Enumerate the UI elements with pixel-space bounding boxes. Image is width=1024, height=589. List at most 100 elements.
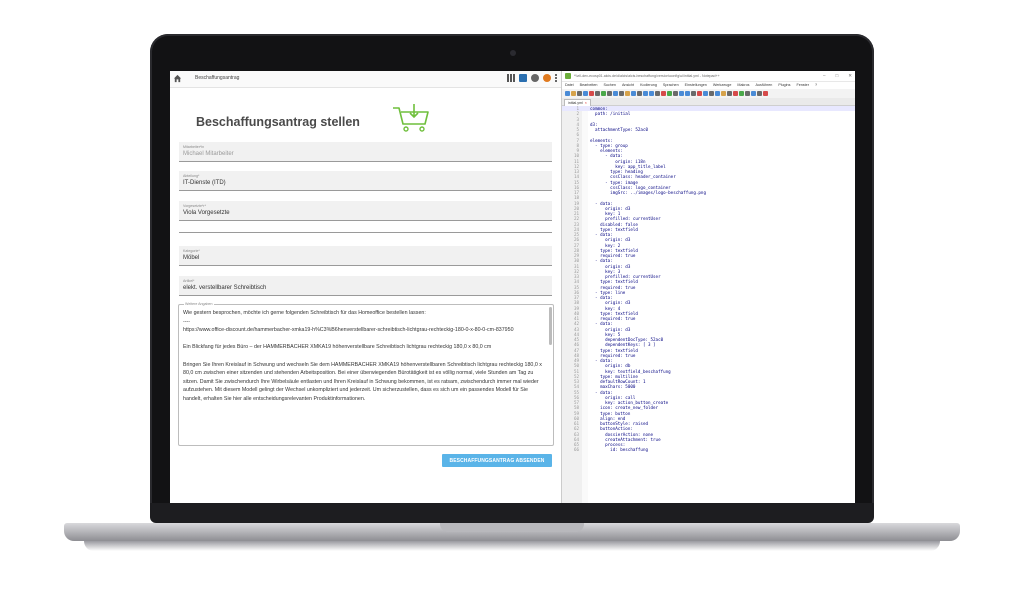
laptop-bezel-bottom xyxy=(150,503,874,523)
toolbar-button-icon[interactable] xyxy=(619,91,624,96)
code-line: 66 id: beschaffung xyxy=(562,447,855,452)
editor-tabbar: initial.yml × xyxy=(562,98,855,106)
toolbar-button-icon[interactable] xyxy=(577,91,582,96)
apps-grid-icon[interactable] xyxy=(507,74,515,82)
employee-field: Mitarbeiter*in Michael Mitarbeiter xyxy=(179,142,552,162)
toolbar-button-icon[interactable] xyxy=(715,91,720,96)
tab-initial-yml[interactable]: initial.yml × xyxy=(564,99,591,106)
notepadpp-window: *\\ell-dev-ecosp01.alcis.de\d\alcis\alci… xyxy=(562,71,855,503)
employee-value: Michael Mitarbeiter xyxy=(183,151,234,157)
minimize-button[interactable]: – xyxy=(823,73,826,79)
article-field[interactable]: Artikel* elekt. verstellbarer Schreibtis… xyxy=(179,276,552,296)
divider xyxy=(179,232,552,233)
supervisor-label: Vorgesetzte*r* xyxy=(183,204,206,208)
topbar-actions xyxy=(507,74,557,82)
toolbar-button-icon[interactable] xyxy=(709,91,714,96)
category-field[interactable]: Kategorie* Möbel xyxy=(179,246,552,266)
supervisor-value: Viola Vorgesetzte xyxy=(183,210,230,216)
toolbar-button-icon[interactable] xyxy=(685,91,690,96)
additional-info-label: Weitere Angaben xyxy=(184,302,214,306)
laptop-screen: Beschaffungsantrag Beschaffungsantrag st… xyxy=(170,71,855,503)
line-text: id: beschaffung xyxy=(590,447,648,453)
tab-label: initial.yml xyxy=(568,101,583,105)
supervisor-field[interactable]: Vorgesetzte*r* Viola Vorgesetzte xyxy=(179,201,552,221)
line-number: 66 xyxy=(573,447,579,453)
shopping-cart-logo-icon xyxy=(393,104,429,132)
camera-icon xyxy=(510,50,516,56)
menu-datei[interactable]: Datei xyxy=(565,83,574,87)
toolbar-button-icon[interactable] xyxy=(727,91,732,96)
toolbar-button-icon[interactable] xyxy=(697,91,702,96)
menu-fenster[interactable]: Fenster xyxy=(796,83,809,87)
toolbar-button-icon[interactable] xyxy=(751,91,756,96)
menu-ausfuehren[interactable]: Ausführen xyxy=(756,83,773,87)
category-label: Kategorie* xyxy=(183,249,200,253)
textarea-scrollbar[interactable] xyxy=(549,307,552,345)
more-vert-icon[interactable] xyxy=(555,74,557,82)
toolbar-button-icon[interactable] xyxy=(673,91,678,96)
toolbar-button-icon[interactable] xyxy=(661,91,666,96)
menu-kodierung[interactable]: Kodierung xyxy=(640,83,657,87)
menu-help[interactable]: ? xyxy=(815,83,817,87)
app-title: Beschaffungsantrag xyxy=(195,75,240,81)
menu-ansicht[interactable]: Ansicht xyxy=(622,83,634,87)
laptop-shadow xyxy=(84,541,940,551)
toolbar-button-icon[interactable] xyxy=(745,91,750,96)
toolbar-button-icon[interactable] xyxy=(595,91,600,96)
toolbar-button-icon[interactable] xyxy=(613,91,618,96)
additional-info-textarea[interactable]: Weitere Angaben Wie gestern besprochen, … xyxy=(178,302,554,446)
editor-window-title: *\\ell-dev-ecosp01.alcis.de\d\alcis\alci… xyxy=(574,73,720,78)
toolbar-button-icon[interactable] xyxy=(703,91,708,96)
maximize-button[interactable]: □ xyxy=(836,73,839,79)
window-controls: – □ ✕ xyxy=(823,73,852,79)
additional-info-text: Wie gestern besprochen, möchte ich gerne… xyxy=(183,310,542,402)
toolbar-button-icon[interactable] xyxy=(601,91,606,96)
toolbar-button-icon[interactable] xyxy=(679,91,684,96)
gift-icon[interactable] xyxy=(519,74,527,82)
close-button[interactable]: ✕ xyxy=(848,73,852,79)
toolbar-button-icon[interactable] xyxy=(589,91,594,96)
article-value: elekt. verstellbarer Schreibtisch xyxy=(183,285,267,291)
toolbar-button-icon[interactable] xyxy=(739,91,744,96)
menu-sprachen[interactable]: Sprachen xyxy=(663,83,679,87)
laptop-base-notch xyxy=(440,523,584,532)
toolbar-button-icon[interactable] xyxy=(637,91,642,96)
toolbar-button-icon[interactable] xyxy=(631,91,636,96)
home-icon[interactable] xyxy=(173,74,182,83)
toolbar-button-icon[interactable] xyxy=(649,91,654,96)
menu-suchen[interactable]: Suchen xyxy=(603,83,616,87)
toolbar-button-icon[interactable] xyxy=(643,91,648,96)
code-area[interactable]: 1 common: 2 path: /initial 3 4 d3: 5 attachmen… xyxy=(562,106,855,503)
page-title: Beschaffungsantrag stellen xyxy=(196,115,360,129)
menu-werkzeuge[interactable]: Werkzeuge xyxy=(713,83,732,87)
menu-bearbeiten[interactable]: Bearbeiten xyxy=(580,83,598,87)
help-icon[interactable] xyxy=(531,74,539,82)
department-field[interactable]: Abteilung* IT-Dienste (ITD) xyxy=(179,171,552,191)
submit-request-button[interactable]: BESCHAFFUNGSANTRAG ABSENDEN xyxy=(442,454,552,467)
toolbar-button-icon[interactable] xyxy=(667,91,672,96)
toolbar-button-icon[interactable] xyxy=(721,91,726,96)
menu-makros[interactable]: Makros xyxy=(737,83,749,87)
menu-einstellungen[interactable]: Einstellungen xyxy=(685,83,707,87)
toolbar-button-icon[interactable] xyxy=(763,91,768,96)
toolbar-button-icon[interactable] xyxy=(655,91,660,96)
procurement-app: Beschaffungsantrag Beschaffungsantrag st… xyxy=(170,71,562,503)
user-avatar-icon[interactable] xyxy=(543,74,551,82)
code-lines: 1 common: 2 path: /initial 3 4 d3: 5 attachmen… xyxy=(562,106,855,453)
toolbar-button-icon[interactable] xyxy=(625,91,630,96)
toolbar-button-icon[interactable] xyxy=(565,91,570,96)
toolbar-button-icon[interactable] xyxy=(583,91,588,96)
toolbar-button-icon[interactable] xyxy=(757,91,762,96)
employee-label: Mitarbeiter*in xyxy=(183,145,205,149)
toolbar-button-icon[interactable] xyxy=(691,91,696,96)
toolbar-button-icon[interactable] xyxy=(607,91,612,96)
menu-plugins[interactable]: Plugins xyxy=(778,83,790,87)
close-tab-icon[interactable]: × xyxy=(585,101,587,105)
category-value: Möbel xyxy=(183,255,200,261)
notepadpp-logo-icon xyxy=(565,73,571,79)
toolbar-button-icon[interactable] xyxy=(733,91,738,96)
editor-menubar: Datei Bearbeiten Suchen Ansicht Kodierun… xyxy=(562,81,855,89)
article-label: Artikel* xyxy=(183,279,195,283)
app-topbar: Beschaffungsantrag xyxy=(170,71,561,88)
toolbar-button-icon[interactable] xyxy=(571,91,576,96)
